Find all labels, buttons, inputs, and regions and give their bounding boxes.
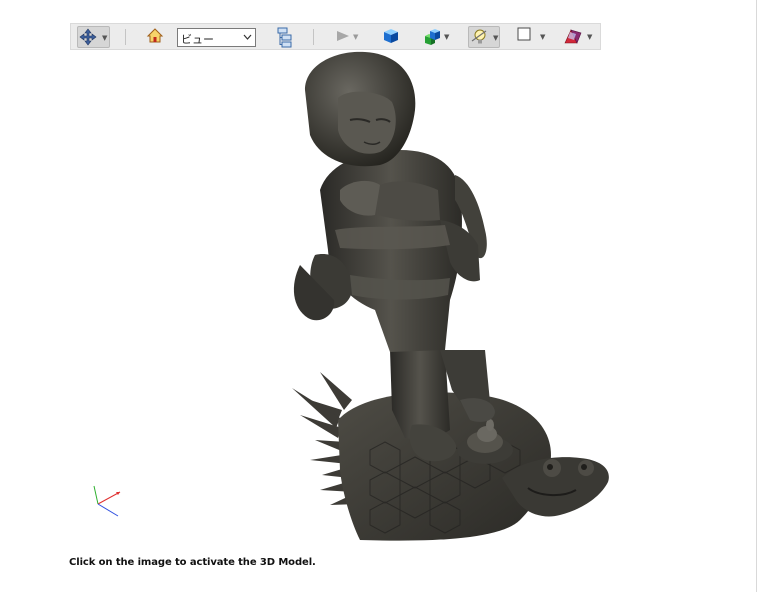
statue-head — [305, 51, 416, 167]
chevron-down-icon[interactable]: ▼ — [353, 33, 358, 41]
chevron-down-icon[interactable]: ▼ — [102, 34, 107, 42]
chevron-down-icon[interactable]: ▼ — [540, 33, 545, 41]
toolbar-separator — [125, 29, 126, 45]
lighting-cubes-button[interactable]: ▼ — [419, 26, 451, 48]
view-select-value: ビュー — [181, 33, 214, 46]
move-arrows-icon — [79, 28, 97, 46]
background-color-button[interactable]: ▼ — [515, 26, 547, 48]
render-mode-button[interactable] — [381, 26, 401, 48]
home-button[interactable] — [145, 26, 165, 48]
chevron-down-icon[interactable]: ▼ — [444, 33, 449, 41]
chevron-down-icon[interactable]: ▼ — [587, 33, 592, 41]
model-preview[interactable] — [280, 50, 620, 542]
page-border — [756, 0, 757, 592]
cross-section-button[interactable]: ▼ — [562, 26, 594, 48]
white-square-icon — [517, 27, 531, 41]
rotate-tool-button[interactable]: ▼ — [77, 26, 110, 48]
chevron-down-icon[interactable]: ▼ — [493, 34, 498, 42]
model-tree-button[interactable] — [275, 26, 295, 48]
lighting-button[interactable]: ▼ — [468, 26, 500, 48]
play-icon — [337, 31, 349, 41]
model-tree-icon — [277, 27, 292, 48]
cubes-icon — [425, 29, 440, 45]
blue-cube-icon — [384, 29, 398, 43]
viewer-toolbar: ▼ ビュー ▼ ▼ ▼ ▼ ▼ — [70, 23, 601, 50]
play-animation-button[interactable]: ▼ — [333, 26, 361, 48]
chevron-down-icon — [243, 34, 252, 40]
cross-section-icon — [564, 29, 582, 44]
light-bulb-icon — [471, 29, 487, 44]
axis-triad — [93, 485, 121, 517]
toolbar-separator — [313, 29, 314, 45]
activation-caption: Click on the image to activate the 3D Mo… — [69, 557, 316, 568]
home-icon — [146, 28, 164, 43]
statue-body — [293, 150, 487, 352]
view-select[interactable]: ビュー — [177, 28, 256, 47]
